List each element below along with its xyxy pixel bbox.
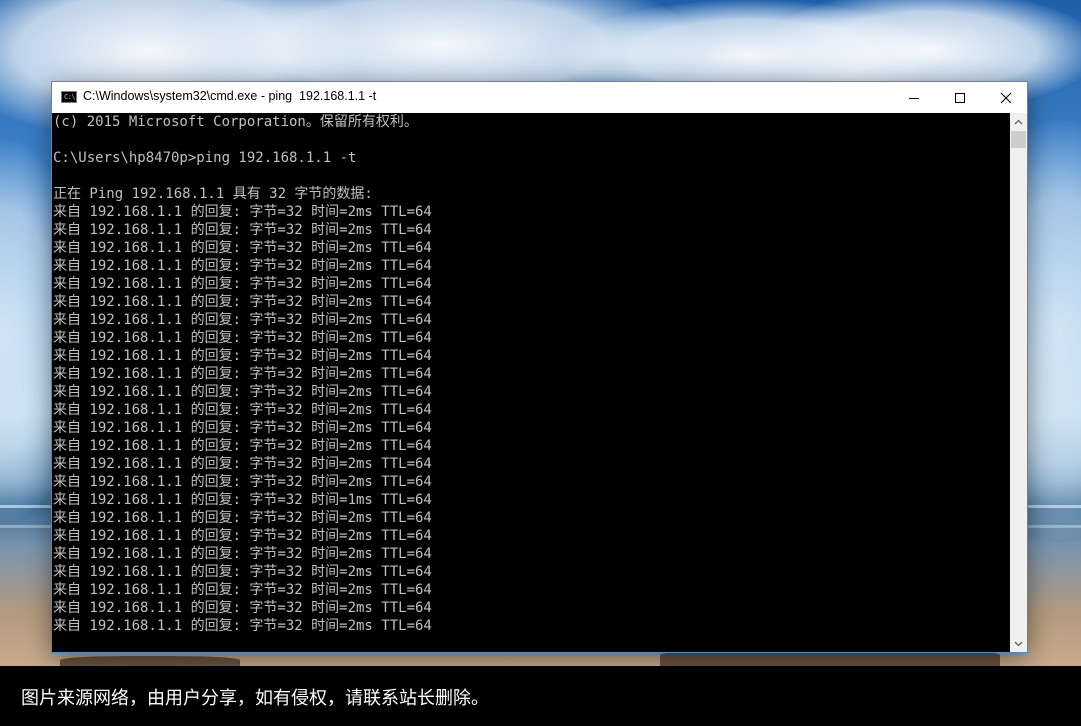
maximize-button[interactable] [937,82,983,113]
chevron-down-icon [1014,641,1023,646]
console-app-icon-text: C:\ [64,93,76,101]
console-line: C:\Users\hp8470p>ping 192.168.1.1 -t [53,150,357,166]
close-icon [1000,92,1012,103]
console-line: 来自 192.168.1.1 的回复: 字节=32 时间=2ms TTL=64 [53,384,432,400]
console-line: 来自 192.168.1.1 的回复: 字节=32 时间=2ms TTL=64 [53,564,432,580]
console-line: 来自 192.168.1.1 的回复: 字节=32 时间=2ms TTL=64 [53,456,432,472]
console-line: 来自 192.168.1.1 的回复: 字节=32 时间=2ms TTL=64 [53,474,432,490]
console-line: 来自 192.168.1.1 的回复: 字节=32 时间=2ms TTL=64 [53,222,432,238]
console-line: 来自 192.168.1.1 的回复: 字节=32 时间=1ms TTL=64 [53,492,432,508]
console-line: 来自 192.168.1.1 的回复: 字节=32 时间=2ms TTL=64 [53,546,432,562]
console-line: 来自 192.168.1.1 的回复: 字节=32 时间=2ms TTL=64 [53,330,432,346]
console-line: (c) 2015 Microsoft Corporation。保留所有权利。 [53,114,418,130]
console-line: 来自 192.168.1.1 的回复: 字节=32 时间=2ms TTL=64 [53,312,432,328]
console-line: 来自 192.168.1.1 的回复: 字节=32 时间=2ms TTL=64 [53,528,432,544]
console-line: 来自 192.168.1.1 的回复: 字节=32 时间=2ms TTL=64 [53,366,432,382]
console-app-icon[interactable]: C:\ [61,91,77,103]
console-line: 正在 Ping 192.168.1.1 具有 32 字节的数据: [53,186,373,202]
console-text: (c) 2015 Microsoft Corporation。保留所有权利。 C… [53,113,432,635]
maximize-icon [955,92,965,103]
console-line: 来自 192.168.1.1 的回复: 字节=32 时间=2ms TTL=64 [53,510,432,526]
close-button[interactable] [983,82,1029,113]
scroll-up-button[interactable] [1010,113,1027,130]
cmd-window[interactable]: C:\ C:\Windows\system32\cmd.exe - ping 1… [51,81,1028,653]
console-line: 来自 192.168.1.1 的回复: 字节=32 时间=2ms TTL=64 [53,582,432,598]
console-line: 来自 192.168.1.1 的回复: 字节=32 时间=2ms TTL=64 [53,240,432,256]
console-line: 来自 192.168.1.1 的回复: 字节=32 时间=2ms TTL=64 [53,294,432,310]
console-line: 来自 192.168.1.1 的回复: 字节=32 时间=2ms TTL=64 [53,348,432,364]
console-line: 来自 192.168.1.1 的回复: 字节=32 时间=2ms TTL=64 [53,600,432,616]
console-line: 来自 192.168.1.1 的回复: 字节=32 时间=2ms TTL=64 [53,402,432,418]
minimize-icon [909,97,919,99]
scroll-down-button[interactable] [1010,635,1027,652]
console-output[interactable]: (c) 2015 Microsoft Corporation。保留所有权利。 C… [52,113,1010,652]
scroll-thumb[interactable] [1011,131,1026,148]
vertical-scrollbar[interactable] [1010,113,1027,652]
minimize-button[interactable] [891,82,937,113]
caption-text: 图片来源网络，由用户分享，如有侵权，请联系站长删除。 [21,688,489,709]
console-line: 来自 192.168.1.1 的回复: 字节=32 时间=2ms TTL=64 [53,420,432,436]
console-line: 来自 192.168.1.1 的回复: 字节=32 时间=2ms TTL=64 [53,618,432,634]
rocks [60,656,240,666]
chevron-up-icon [1014,119,1023,124]
console-line: 来自 192.168.1.1 的回复: 字节=32 时间=2ms TTL=64 [53,204,432,220]
console-line: 来自 192.168.1.1 的回复: 字节=32 时间=2ms TTL=64 [53,258,432,274]
window-title: C:\Windows\system32\cmd.exe - ping 192.1… [83,89,377,103]
console-line: 来自 192.168.1.1 的回复: 字节=32 时间=2ms TTL=64 [53,438,432,454]
title-bar[interactable]: C:\ C:\Windows\system32\cmd.exe - ping 1… [52,82,1027,113]
console-line: 来自 192.168.1.1 的回复: 字节=32 时间=2ms TTL=64 [53,276,432,292]
caption-bar: 图片来源网络，由用户分享，如有侵权，请联系站长删除。 [0,666,1081,726]
